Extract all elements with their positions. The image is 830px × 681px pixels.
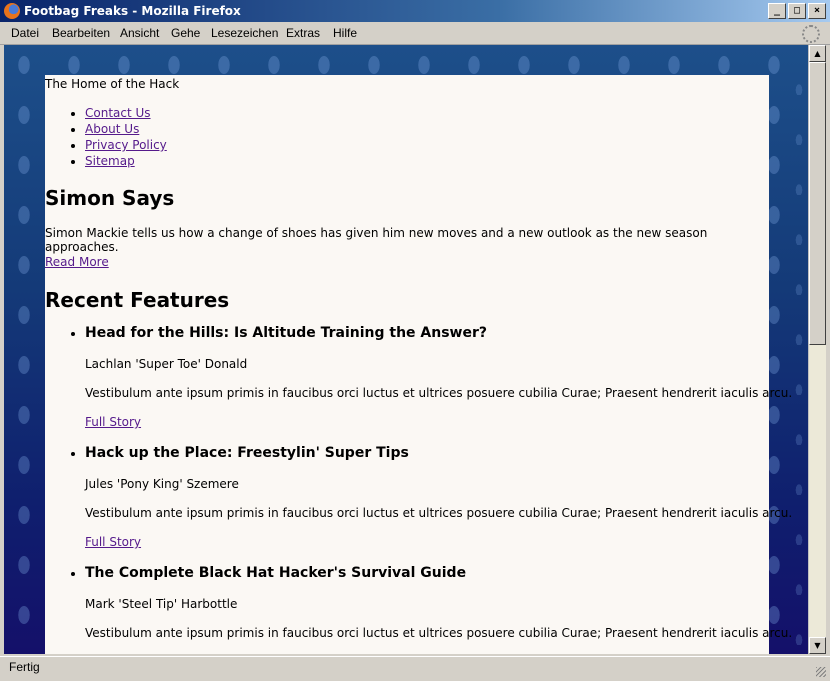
article-title: Hack up the Place: Freestylin' Super Tip… (85, 445, 409, 461)
article-title: Head for the Hills: Is Altitude Training… (85, 325, 487, 341)
maximize-button[interactable]: □ (788, 3, 806, 19)
article-author: Mark 'Steel Tip' Harbottle (85, 597, 238, 611)
nav-item: About Us (85, 121, 167, 137)
article-description: Vestibulum ante ipsum primis in faucibus… (85, 386, 793, 400)
menu-extras[interactable]: Extras (286, 26, 320, 40)
nav-link-sitemap[interactable]: Sitemap (85, 154, 135, 168)
article-description: Vestibulum ante ipsum primis in faucibus… (85, 626, 793, 640)
feature-heading: Simon Says (45, 186, 175, 210)
list-item: Hack up the Place: Freestylin' Super Tip… (85, 443, 793, 550)
throbber-icon (802, 25, 820, 43)
minimize-button[interactable]: _ (768, 3, 786, 19)
nav-item: Sitemap (85, 153, 167, 169)
vertical-scrollbar[interactable]: ▲ ▼ (808, 45, 826, 654)
scroll-up-button[interactable]: ▲ (809, 45, 826, 62)
nav-link-contact[interactable]: Contact Us (85, 106, 151, 120)
nav-link-about[interactable]: About Us (85, 122, 139, 136)
status-text: Fertig (9, 660, 40, 674)
site-tagline: The Home of the Hack (45, 77, 180, 91)
menu-lesezeichen[interactable]: Lesezeichen (211, 26, 278, 40)
full-story-link[interactable]: Full Story (85, 535, 141, 549)
scroll-down-button[interactable]: ▼ (809, 637, 826, 654)
nav-link-privacy[interactable]: Privacy Policy (85, 138, 167, 152)
site-nav: Contact Us About Us Privacy Policy Sitem… (45, 105, 167, 169)
feature-text: Simon Mackie tells us how a change of sh… (45, 226, 708, 254)
article-author: Jules 'Pony King' Szemere (85, 477, 239, 491)
close-button[interactable]: × (808, 3, 826, 19)
scroll-thumb[interactable] (809, 62, 826, 345)
resize-grip-icon[interactable] (816, 667, 826, 677)
menu-bearbeiten[interactable]: Bearbeiten (52, 26, 110, 40)
read-more-link[interactable]: Read More (45, 255, 109, 269)
menu-datei[interactable]: Datei (11, 26, 39, 40)
nav-item: Contact Us (85, 105, 167, 121)
page-viewport: The Home of the Hack Contact Us About Us… (4, 45, 809, 654)
features-list: Head for the Hills: Is Altitude Training… (45, 323, 793, 641)
page-content: The Home of the Hack Contact Us About Us… (45, 75, 793, 654)
full-story-link[interactable]: Full Story (85, 415, 141, 429)
article-author: Lachlan 'Super Toe' Donald (85, 357, 248, 371)
menu-hilfe[interactable]: Hilfe (333, 26, 357, 40)
menu-gehe[interactable]: Gehe (171, 26, 200, 40)
menu-bar: Datei Bearbeiten Ansicht Gehe Lesezeiche… (0, 22, 830, 45)
nav-item: Privacy Policy (85, 137, 167, 153)
status-bar: Fertig (0, 656, 830, 681)
list-item: Head for the Hills: Is Altitude Training… (85, 323, 793, 430)
article-description: Vestibulum ante ipsum primis in faucibus… (85, 506, 793, 520)
recent-features-heading: Recent Features (45, 288, 230, 312)
firefox-logo-icon (4, 3, 20, 19)
menu-ansicht[interactable]: Ansicht (120, 26, 159, 40)
list-item: The Complete Black Hat Hacker's Survival… (85, 563, 793, 641)
article-title: The Complete Black Hat Hacker's Survival… (85, 565, 467, 581)
window-title: Footbag Freaks - Mozilla Firefox (24, 4, 241, 18)
title-bar: Footbag Freaks - Mozilla Firefox _ □ × (0, 0, 830, 22)
